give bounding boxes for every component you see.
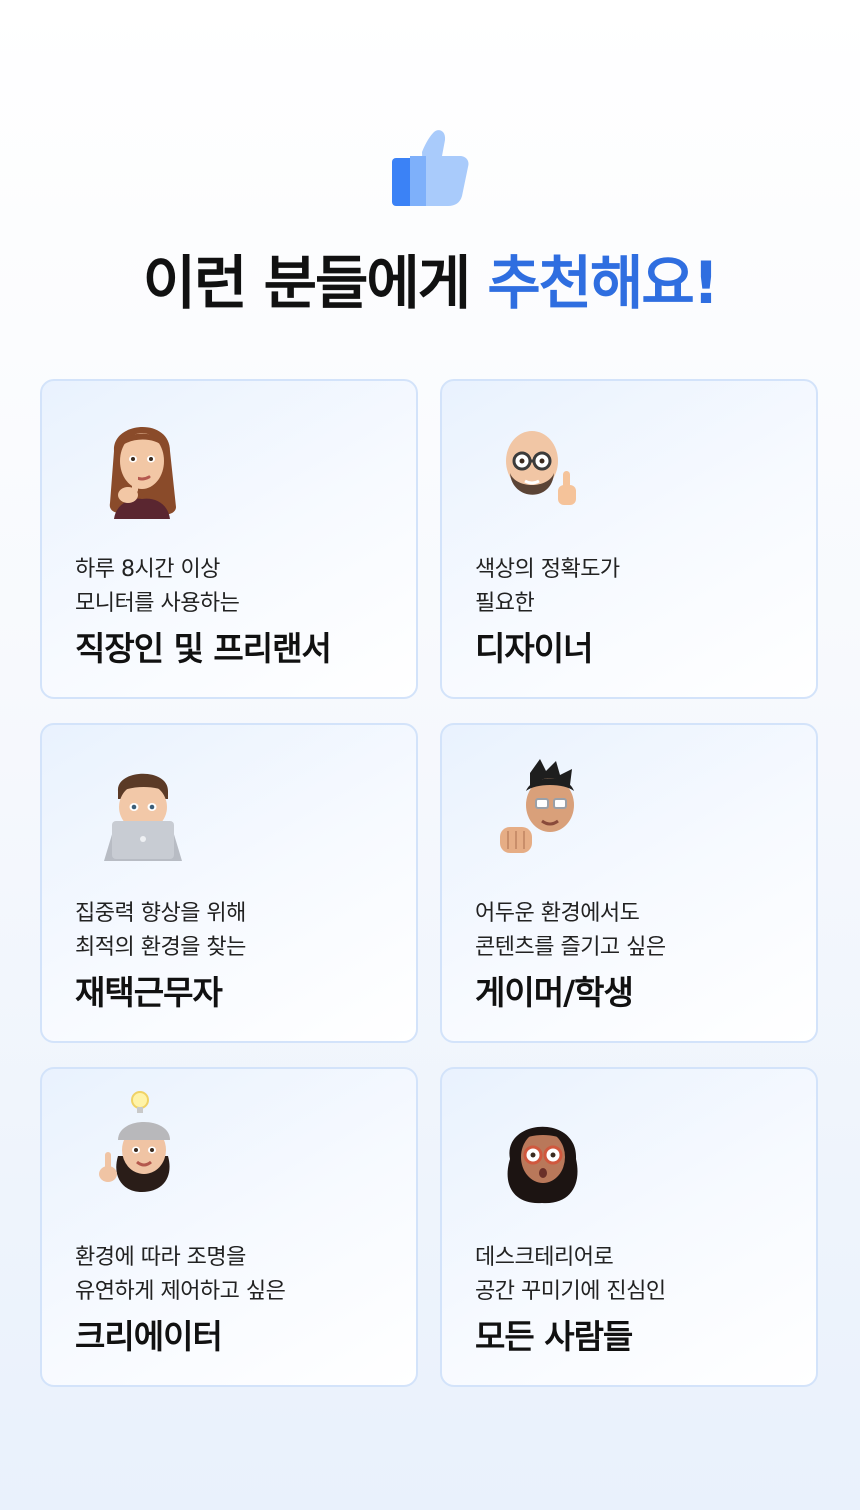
headline-text: 이런 분들에게 [142,249,488,317]
card-title: 모든 사람들 [475,1317,633,1356]
description-line-1: 환경에 따라 조명을 [75,1245,246,1270]
card-description: 색상의 정확도가 필요한 [475,553,620,621]
description-line-2: 유연하게 제어하고 싶은 [75,1279,286,1304]
card-everyone: 데스크테리어로 공간 꾸미기에 진심인 모든 사람들 [440,1067,818,1387]
card-description: 데스크테리어로 공간 꾸미기에 진심인 [475,1241,666,1309]
man-fist-bump-avatar [500,759,574,853]
card-description: 집중력 향상을 위해 최적의 환경을 찾는 [75,897,246,965]
description-line-1: 집중력 향상을 위해 [75,901,246,926]
description-line-2: 공간 꾸미기에 진심인 [475,1279,666,1304]
description-line-2: 필요한 [475,591,535,616]
card-designer: 색상의 정확도가 필요한 디자이너 [440,379,818,699]
description-line-1: 하루 8시간 이상 [75,557,220,582]
page-title: 이런 분들에게 추천해요! [0,245,860,321]
card-title: 디자이너 [475,629,593,668]
man-with-laptop-avatar [104,773,182,861]
description-line-1: 어두운 환경에서도 [475,901,640,926]
description-line-1: 색상의 정확도가 [475,557,620,582]
card-office-worker: 하루 8시간 이상 모니터를 사용하는 직장인 및 프리랜서 [40,379,418,699]
woman-thinking-avatar [109,426,176,519]
thumbs-up-icon [392,130,469,206]
card-title: 게이머/학생 [475,973,634,1012]
description-line-1: 데스크테리어로 [475,1245,614,1270]
card-title: 크리에이터 [75,1317,223,1356]
description-line-2: 최적의 환경을 찾는 [75,935,246,960]
recommendation-grid: 하루 8시간 이상 모니터를 사용하는 직장인 및 프리랜서 색상의 정확도가 … [40,379,820,1391]
card-gamer-student: 어두운 환경에서도 콘텐츠를 즐기고 싶은 게이머/학생 [440,723,818,1043]
card-title: 재택근무자 [75,973,223,1012]
card-creator: 환경에 따라 조명을 유연하게 제어하고 싶은 크리에이터 [40,1067,418,1387]
description-line-2: 모니터를 사용하는 [75,591,240,616]
bald-man-thumbs-up-avatar [506,431,576,505]
card-description: 환경에 따라 조명을 유연하게 제어하고 싶은 [75,1241,286,1309]
card-description: 어두운 환경에서도 콘텐츠를 즐기고 싶은 [475,897,666,965]
card-title: 직장인 및 프리랜서 [75,629,332,668]
woman-lightbulb-avatar [99,1091,170,1192]
card-remote-worker: 집중력 향상을 위해 최적의 환경을 찾는 재택근무자 [40,723,418,1043]
card-description: 하루 8시간 이상 모니터를 사용하는 [75,553,240,621]
description-line-2: 콘텐츠를 즐기고 싶은 [475,935,666,960]
woman-glasses-surprised-avatar [507,1126,578,1204]
headline-accent: 추천해요! [487,249,719,317]
